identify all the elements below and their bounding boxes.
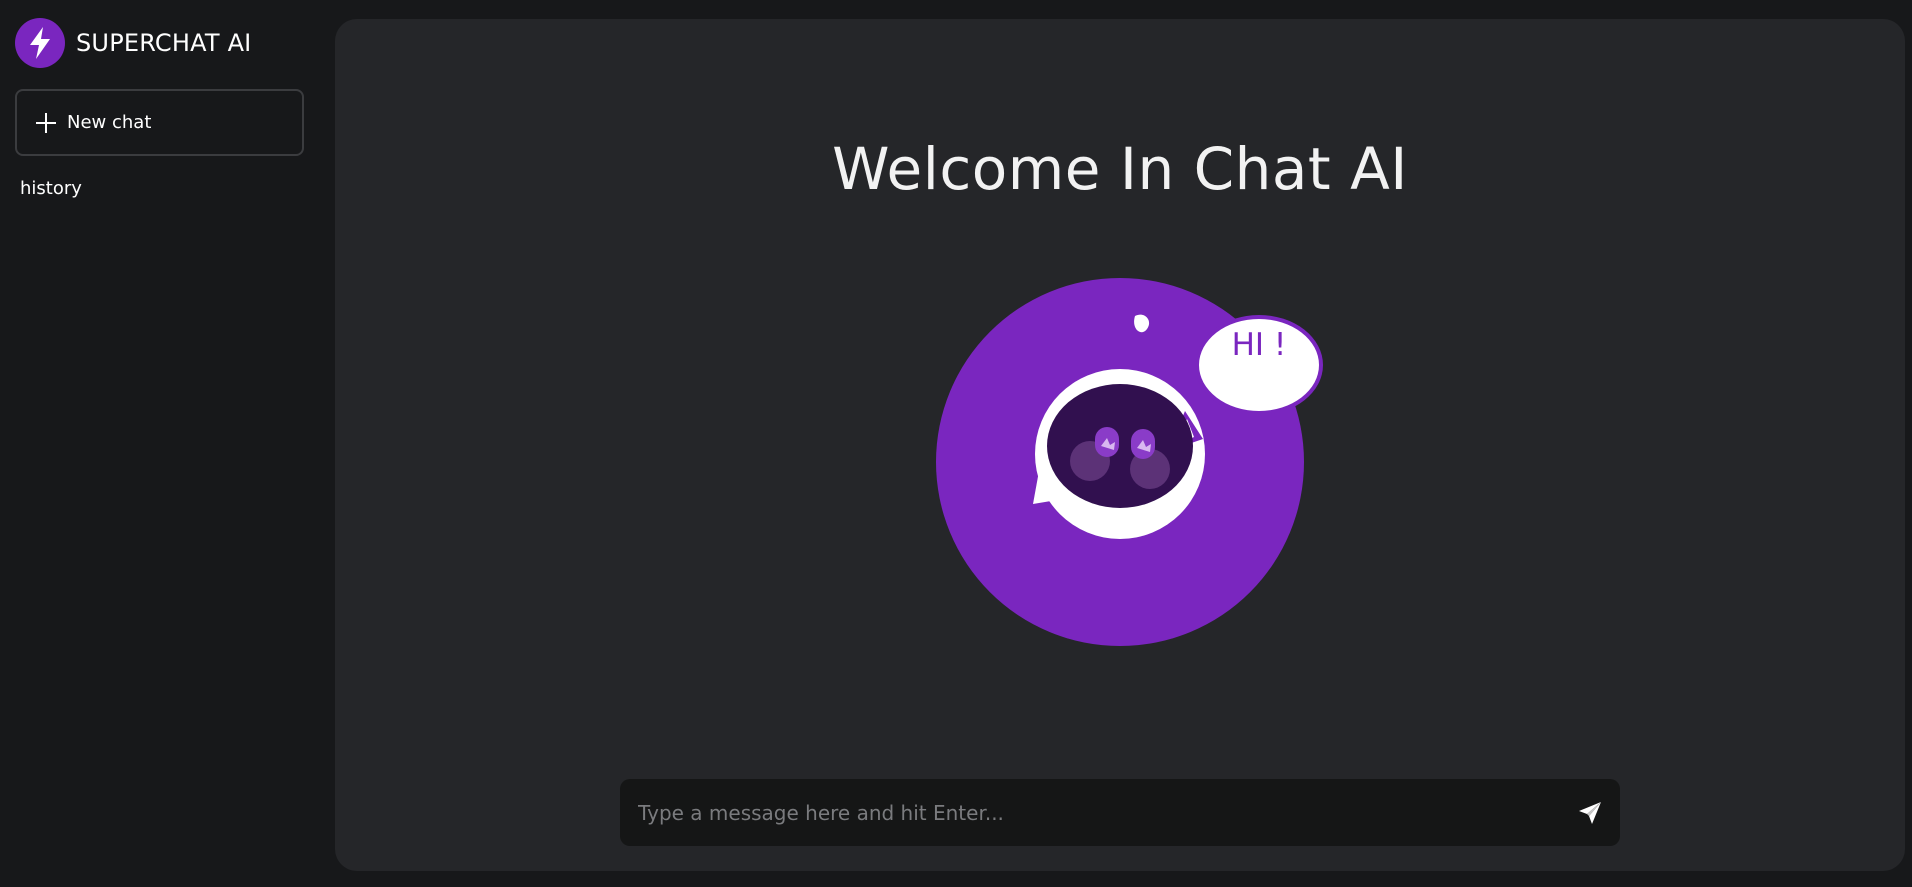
new-chat-label: New chat — [67, 112, 152, 133]
speech-bubble-text: HI ! — [1231, 327, 1287, 363]
lightning-icon — [15, 18, 65, 68]
new-chat-button[interactable]: New chat — [15, 89, 304, 156]
brand-name: SUPERCHAT AI — [76, 29, 252, 57]
paper-plane-icon — [1579, 801, 1601, 824]
sidebar: SUPERCHAT AI New chat history — [0, 0, 335, 887]
message-input[interactable] — [620, 779, 1560, 846]
welcome-title: Welcome In Chat AI — [832, 135, 1408, 203]
plus-icon — [36, 112, 56, 133]
send-button[interactable] — [1560, 779, 1620, 846]
brand[interactable]: SUPERCHAT AI — [15, 18, 251, 68]
message-composer — [620, 779, 1620, 846]
robot-mascot-illustration — [936, 278, 1323, 646]
chat-main-panel: Welcome In Chat AI HI ! — [335, 19, 1905, 871]
app-window: SUPERCHAT AI New chat history Welcome In… — [0, 0, 1912, 887]
history-label: history — [20, 178, 82, 199]
